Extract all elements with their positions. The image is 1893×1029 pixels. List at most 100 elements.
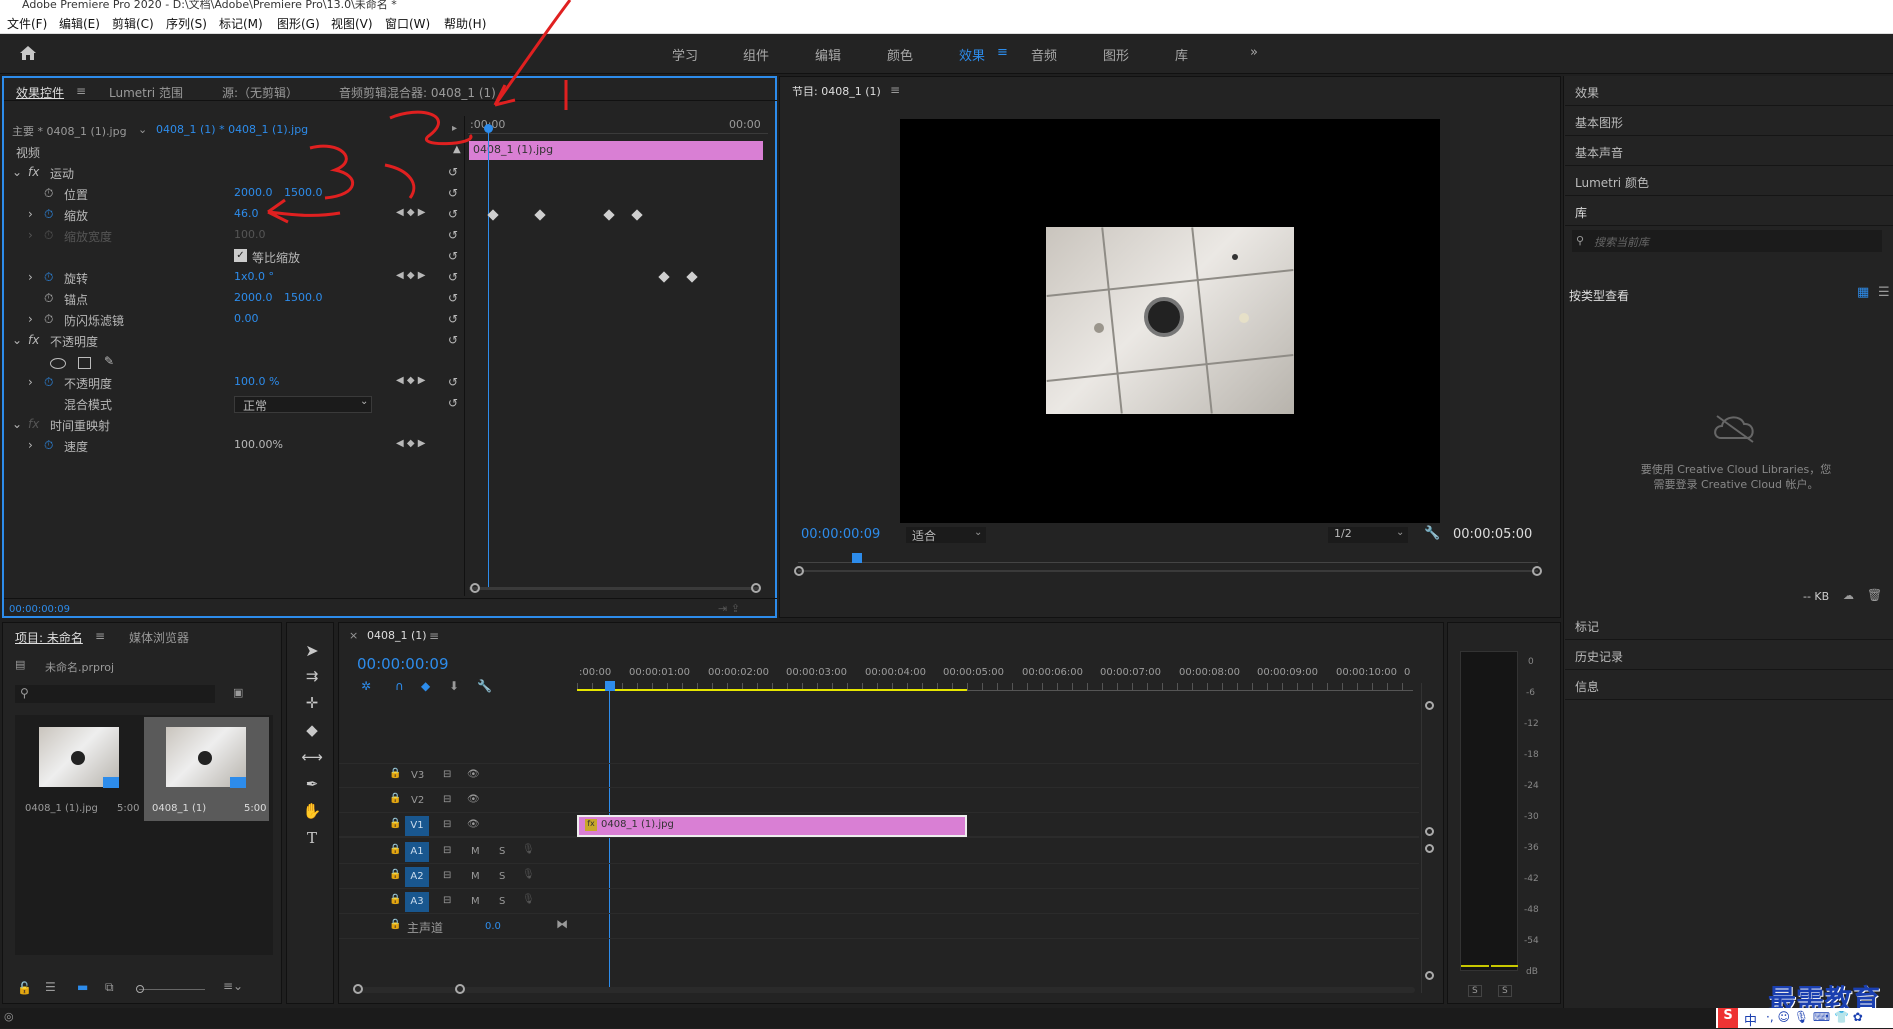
type-tool-icon[interactable]: T: [297, 829, 327, 853]
v-scroll-handle[interactable]: [1425, 701, 1434, 710]
work-area-bar[interactable]: [577, 689, 967, 691]
v-scroll-handle[interactable]: [1425, 844, 1434, 853]
anchor-y-value[interactable]: 1500.0: [284, 291, 323, 304]
lock-icon[interactable]: 🔒: [389, 894, 401, 905]
sort-icon[interactable]: ≡⌄: [223, 979, 243, 993]
trash-icon[interactable]: 🗑: [1867, 588, 1882, 602]
grid-view-icon[interactable]: ▦: [1857, 285, 1869, 300]
panel-info[interactable]: 信息: [1565, 670, 1893, 700]
library-search-input[interactable]: 搜索当前库: [1572, 230, 1882, 252]
slip-tool-icon[interactable]: ⟷: [297, 748, 327, 772]
project-menu-icon[interactable]: ≡: [95, 629, 105, 643]
tab-source[interactable]: 源:（无剪辑）: [222, 84, 298, 101]
view-by-type[interactable]: 按类型查看: [1569, 287, 1629, 304]
reset-icon[interactable]: ↺: [448, 207, 458, 221]
cloud-sync-icon[interactable]: ☁: [1843, 589, 1854, 602]
panel-effects[interactable]: 效果: [1565, 76, 1893, 106]
ellipse-mask-icon[interactable]: [50, 358, 66, 369]
project-item[interactable]: 0408_1 (1).jpg 5:00: [17, 717, 142, 821]
menu-file[interactable]: 文件(F): [7, 15, 47, 32]
menu-edit[interactable]: 编辑(E): [59, 15, 100, 32]
reset-icon[interactable]: ↺: [448, 333, 458, 347]
razor-tool-icon[interactable]: ◆: [297, 721, 327, 745]
marker-icon[interactable]: ⬇: [449, 679, 459, 693]
keyframe-nav-icon[interactable]: ◀ ◆ ▶: [396, 270, 425, 281]
reset-icon[interactable]: ↺: [448, 186, 458, 200]
menu-sequence[interactable]: 序列(S): [166, 15, 207, 32]
stopwatch-icon[interactable]: ⏱: [44, 291, 53, 306]
ec-zoom-scrollbar[interactable]: [469, 587, 759, 590]
keyframe-nav-icon[interactable]: ◀ ◆ ▶: [396, 438, 425, 449]
disclosure-icon[interactable]: ⌄: [12, 165, 22, 179]
panel-essential-sound[interactable]: 基本声音: [1565, 136, 1893, 166]
ec-timecode[interactable]: 00:00:00:09: [9, 604, 70, 615]
fx-icon[interactable]: fx: [28, 165, 39, 179]
lock-icon[interactable]: 🔒: [389, 844, 401, 855]
ime-toolbar[interactable]: S 中 ·, ☺ 🎙 ⌨ 👕 ✿: [1716, 1008, 1893, 1029]
pen-mask-icon[interactable]: ✎: [104, 354, 114, 368]
reset-icon[interactable]: ↺: [448, 312, 458, 326]
scale-value[interactable]: 46.0: [234, 207, 259, 220]
timeline-playhead-handle[interactable]: [605, 681, 615, 691]
solo-button[interactable]: S: [499, 846, 505, 857]
ime-mode[interactable]: 中: [1744, 1010, 1757, 1029]
ec-playhead[interactable]: [488, 128, 489, 588]
ec-zoom-handle-right[interactable]: [751, 583, 761, 593]
freeform-view-icon[interactable]: ⧉: [105, 980, 114, 995]
icon-view-icon[interactable]: ▬: [77, 980, 88, 994]
keyframe[interactable]: [686, 271, 698, 283]
zoom-slider[interactable]: [139, 989, 205, 990]
solo-right-button[interactable]: S: [1498, 985, 1512, 997]
timeline-timecode[interactable]: 00:00:00:09: [357, 655, 449, 673]
tab-lumetri-scopes[interactable]: Lumetri 范围: [109, 84, 183, 101]
workspace-editing[interactable]: 编辑: [815, 45, 841, 64]
tab-audio-clip-mixer[interactable]: 音频剪辑混合器: 0408_1 (1): [339, 84, 496, 101]
h-scroll-handle[interactable]: [455, 984, 465, 994]
panel-libraries[interactable]: 库: [1565, 196, 1893, 226]
fx-icon[interactable]: fx: [28, 333, 39, 347]
sync-lock-icon[interactable]: ⊟: [443, 769, 451, 780]
workspace-audio[interactable]: 音频: [1031, 45, 1057, 64]
h-scroll-handle[interactable]: [353, 984, 363, 994]
lock-icon[interactable]: 🔒: [389, 919, 401, 930]
anchor-x-value[interactable]: 2000.0: [234, 291, 273, 304]
mute-button[interactable]: M: [471, 846, 480, 857]
wrench-icon[interactable]: 🔧: [477, 679, 492, 693]
close-icon[interactable]: ×: [349, 629, 358, 642]
ime-tools-icon[interactable]: ·, ☺ 🎙 ⌨ 👕 ✿: [1766, 1010, 1863, 1024]
mic-icon[interactable]: 🎙: [522, 844, 535, 855]
disclosure-icon[interactable]: ›: [28, 207, 33, 221]
ripple-edit-tool-icon[interactable]: ✛: [297, 694, 327, 718]
rectangle-mask-icon[interactable]: [78, 357, 91, 369]
sync-lock-icon[interactable]: ⊟: [443, 870, 451, 881]
keyframe[interactable]: [631, 209, 643, 221]
eye-icon[interactable]: 👁: [467, 769, 480, 780]
mic-icon[interactable]: 🎙: [522, 894, 535, 905]
speed-value[interactable]: 100.00%: [234, 438, 283, 451]
track-target-a2[interactable]: A2: [405, 867, 429, 887]
reset-icon[interactable]: ↺: [448, 249, 458, 263]
list-view-icon[interactable]: ☰: [45, 980, 56, 994]
add-marker-icon[interactable]: ◆: [421, 679, 430, 693]
lock-icon[interactable]: 🔒: [389, 818, 401, 829]
stopwatch-icon[interactable]: ⏱: [44, 375, 53, 390]
prev-keyframe-icon[interactable]: ◀ ◆ ▶: [396, 207, 425, 218]
sequence-tab[interactable]: 0408_1 (1): [367, 629, 427, 642]
track-master[interactable]: 🔒 主声道 0.0 ⧓: [339, 915, 1419, 939]
workspace-effects[interactable]: 效果: [959, 45, 985, 64]
snap-icon[interactable]: ✲: [361, 679, 371, 693]
mic-icon[interactable]: 🎙: [522, 869, 535, 880]
ec-clip-bar[interactable]: 0408_1 (1).jpg: [469, 141, 763, 160]
ec-zoom-handle-left[interactable]: [470, 583, 480, 593]
reset-icon[interactable]: ↺: [448, 270, 458, 284]
tab-effect-controls[interactable]: 效果控件: [16, 84, 64, 101]
panel-lumetri-color[interactable]: Lumetri 颜色: [1565, 166, 1893, 196]
clip-dropdown-icon[interactable]: ⌄: [138, 123, 147, 136]
stopwatch-icon[interactable]: ⏱: [44, 438, 53, 453]
timeline-clip[interactable]: fx 0408_1 (1).jpg: [577, 815, 967, 837]
lock-icon[interactable]: 🔒: [389, 869, 401, 880]
keyframe[interactable]: [487, 209, 499, 221]
sync-lock-icon[interactable]: ⊟: [443, 895, 451, 906]
panel-markers[interactable]: 标记: [1565, 610, 1893, 640]
linked-selection-icon[interactable]: ∩: [395, 679, 404, 693]
